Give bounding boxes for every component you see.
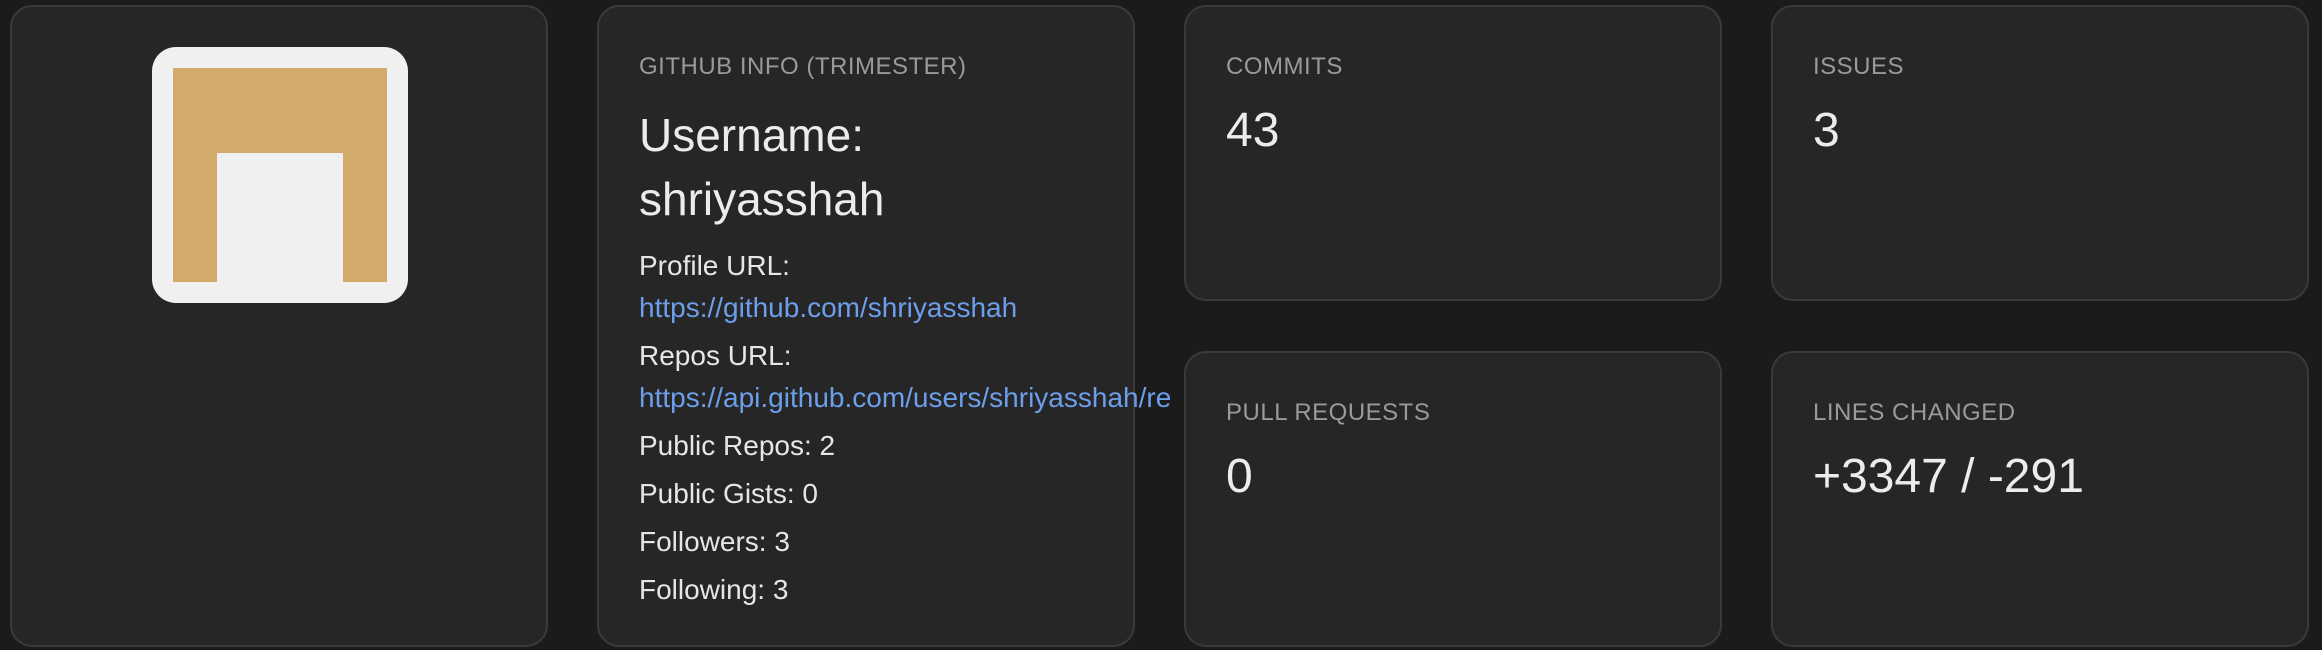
issues-label: ISSUES <box>1813 53 1905 80</box>
lines-changed-value: +3347 / -291 <box>1813 450 2084 503</box>
username-label: Username: <box>639 109 864 161</box>
commits-value: 43 <box>1226 104 1280 157</box>
lines-changed-label: LINES CHANGED <box>1813 399 2016 426</box>
username-value: shriyasshah <box>639 173 885 225</box>
lines-changed-card: LINES CHANGED +3347 / -291 <box>1771 351 2309 647</box>
github-info-card: GITHUB INFO (TRIMESTER) Username: shriya… <box>597 5 1171 647</box>
issues-card: ISSUES 3 <box>1771 5 2309 301</box>
username-block: Username: shriyasshah <box>639 103 1099 231</box>
identicon-icon <box>173 68 387 282</box>
github-info-heading: GITHUB INFO (TRIMESTER) <box>639 53 967 80</box>
avatar-card <box>10 5 548 647</box>
pull-requests-card: PULL REQUESTS 0 <box>1184 351 1722 647</box>
pull-requests-label: PULL REQUESTS <box>1226 399 1431 426</box>
commits-card: COMMITS 43 <box>1184 5 1722 301</box>
commits-label: COMMITS <box>1226 53 1343 80</box>
avatar <box>152 47 408 303</box>
issues-value: 3 <box>1813 104 1840 157</box>
pull-requests-value: 0 <box>1226 450 1253 503</box>
